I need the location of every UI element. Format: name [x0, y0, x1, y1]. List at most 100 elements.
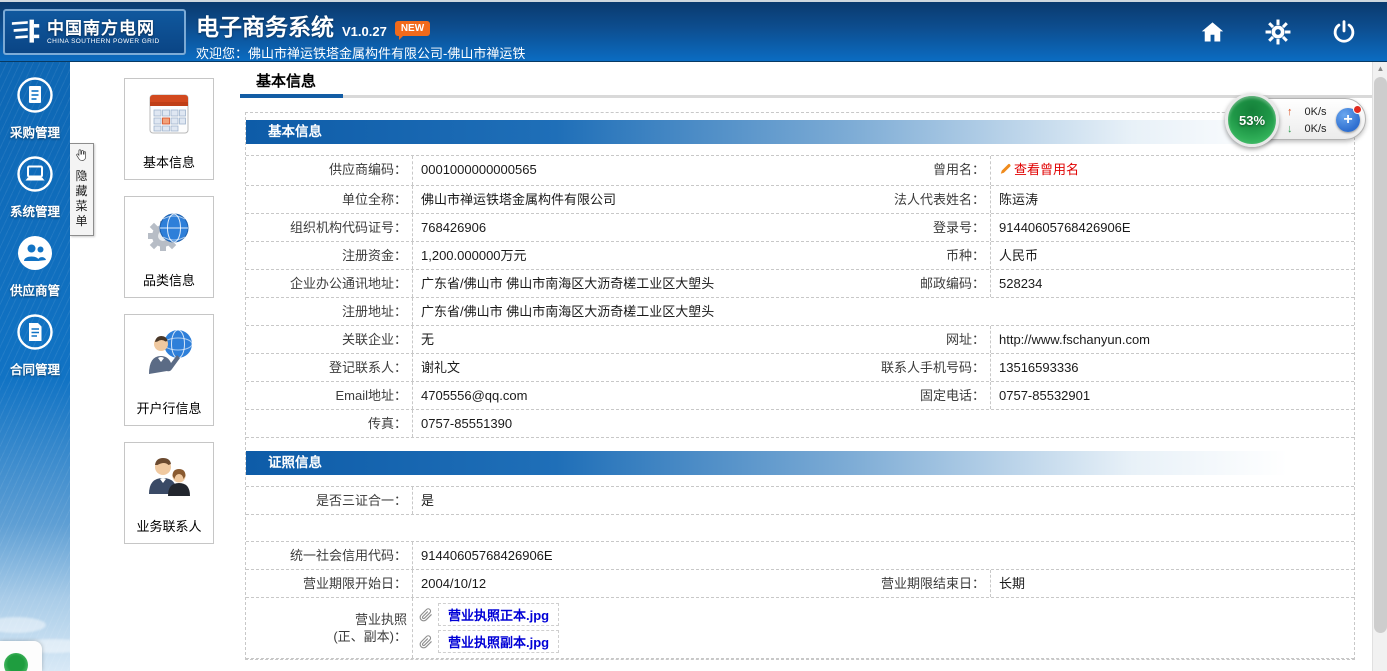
table-row: 关联企业：无 网址：http://www.fschanyun.com	[246, 326, 1354, 354]
table-row: 单位全称：佛山市禅运铁塔金属构件有限公司 法人代表姓名：陈运涛	[246, 186, 1354, 214]
upload-speed: 0K/s	[1299, 106, 1327, 118]
card-label: 开户行信息	[128, 398, 210, 417]
vertical-scrollbar[interactable]: ▲	[1372, 62, 1387, 671]
power-icon[interactable]	[1329, 17, 1359, 47]
page: 中国南方电网 CHINA SOUTHERN POWER GRID 电子商务系统 …	[0, 0, 1387, 671]
chat-widget[interactable]	[0, 641, 42, 671]
card-basic-info[interactable]: 基本信息	[124, 78, 214, 180]
home-icon[interactable]	[1197, 17, 1227, 47]
registered-contact-value: 谢礼文	[412, 354, 809, 381]
download-monitor-widget[interactable]: 53% ↑ 0K/s ↓ 0K/s +	[1234, 98, 1366, 140]
sidebar-item-label: 采购管理	[0, 122, 70, 141]
related-company-value: 无	[412, 326, 809, 353]
table-row: 传真：0757-85551390	[246, 410, 1354, 438]
tab-basic-info[interactable]: 基本信息	[256, 70, 316, 91]
basic-info-rows: 供应商编码：0001000000000565 曾用名： 查看曾用名 单位全称：佛…	[246, 155, 1354, 438]
green-status-icon	[4, 653, 28, 671]
card-label: 基本信息	[128, 152, 210, 171]
card-label: 业务联系人	[128, 516, 210, 535]
welcome-text: 欢迎您：佛山市禅运铁塔金属构件有限公司-佛山市禅运铁	[196, 43, 525, 62]
credit-code-value: 91440605768426906E	[412, 542, 1354, 569]
download-speed: 0K/s	[1299, 123, 1327, 135]
section-header-basic-info: 基本信息	[246, 120, 1354, 144]
notification-dot	[1353, 105, 1362, 114]
fax-value: 0757-85551390	[412, 410, 809, 437]
section-header-license-info: 证照信息	[246, 451, 1354, 475]
three-in-one-value: 是	[412, 487, 1354, 514]
paperclip-icon	[419, 608, 433, 622]
supplier-code-value: 0001000000000565	[412, 156, 809, 185]
license-info-rows: 是否三证合一： 是 统一社会信用代码： 91440605768426906E 营…	[246, 486, 1354, 659]
calendar-icon	[141, 86, 197, 142]
table-row: 登记联系人：谢礼文 联系人手机号码：13516593336	[246, 354, 1354, 382]
pencil-icon	[999, 163, 1012, 176]
person-globe-icon	[141, 322, 197, 388]
table-row: 是否三证合一： 是	[246, 487, 1354, 515]
scroll-up-arrow[interactable]: ▲	[1373, 64, 1387, 73]
registered-capital-value: 1,200.000000万元	[412, 242, 809, 269]
paperclip-icon	[419, 635, 433, 649]
basic-info-form: 基本信息 供应商编码：0001000000000565 曾用名： 查看曾用名	[245, 112, 1355, 660]
card-business-contacts[interactable]: 业务联系人	[124, 442, 214, 544]
table-row: 组织机构代码证号：768426906 登录号：91440605768426906…	[246, 214, 1354, 242]
settings-icon[interactable]	[1263, 17, 1293, 47]
system-monitor-icon	[16, 155, 54, 193]
supplier-people-icon	[16, 234, 54, 272]
hide-menu-label: 隐藏菜单	[75, 169, 88, 229]
tab-active-indicator	[240, 94, 343, 98]
currency-value: 人民币	[990, 242, 1354, 269]
view-former-name-link[interactable]: 查看曾用名	[999, 156, 1079, 183]
office-address-value: 广东省/佛山市 佛山市南海区大沥奇槎工业区大塱头	[412, 270, 809, 297]
license-copy-link[interactable]: 营业执照副本.jpg	[438, 630, 559, 653]
add-task-button[interactable]: +	[1336, 108, 1360, 132]
table-row: 营业期限开始日：2004/10/12 营业期限结束日：长期	[246, 570, 1354, 598]
gauge-percent: 53%	[1239, 113, 1265, 128]
company-logo: 中国南方电网 CHINA SOUTHERN POWER GRID	[3, 9, 186, 55]
upload-arrow-icon: ↑	[1287, 106, 1293, 118]
sidebar-item-system[interactable]: 系统管理	[0, 155, 70, 220]
license-original-link[interactable]: 营业执照正本.jpg	[438, 603, 559, 626]
logo-text-en: CHINA SOUTHERN POWER GRID	[47, 38, 160, 45]
sidebar-item-label: 系统管理	[0, 201, 70, 220]
sidebar-item-label: 供应商管	[0, 280, 70, 299]
hand-icon	[75, 148, 88, 162]
procurement-doc-icon	[16, 76, 54, 114]
app-title: 电子商务系统	[196, 8, 334, 42]
card-bank-info[interactable]: 开户行信息	[124, 314, 214, 426]
registered-address-value: 广东省/佛山市 佛山市南海区大沥奇槎工业区大塱头	[412, 298, 809, 325]
empty-row	[246, 515, 1354, 542]
business-license-row: 营业执照 (正、副本)： 营业执照正本.jpg 营业执照副本.jpg	[246, 598, 1354, 659]
business-end-date-value: 长期	[990, 570, 1354, 597]
postal-code-value: 528234	[990, 270, 1354, 297]
app-header: 中国南方电网 CHINA SOUTHERN POWER GRID 电子商务系统 …	[0, 0, 1387, 62]
csg-logo-icon	[11, 17, 41, 47]
org-code-value: 768426906	[412, 214, 809, 241]
card-label: 品类信息	[128, 270, 210, 289]
login-id-value: 91440605768426906E	[990, 214, 1354, 241]
globe-gear-icon	[141, 204, 197, 260]
sidebar-item-procurement[interactable]: 采购管理	[0, 76, 70, 141]
table-row: 企业办公通讯地址：广东省/佛山市 佛山市南海区大沥奇槎工业区大塱头 邮政编码：5…	[246, 270, 1354, 298]
scrollbar-thumb[interactable]	[1374, 77, 1387, 633]
module-card-list: 基本信息 品类信息	[124, 78, 214, 560]
telephone-value: 0757-85532901	[990, 382, 1354, 409]
sidebar-item-supplier[interactable]: 供应商管	[0, 234, 70, 299]
business-start-date-value: 2004/10/12	[412, 570, 809, 597]
people-icon	[141, 450, 197, 506]
sidebar-item-contract[interactable]: 合同管理	[0, 313, 70, 378]
main-panel: 基本信息 53% ↑ 0K/s ↓ 0K/s +	[240, 62, 1372, 671]
download-arrow-icon: ↓	[1287, 123, 1293, 135]
sidebar-item-label: 合同管理	[0, 359, 70, 378]
table-row: 注册地址：广东省/佛山市 佛山市南海区大沥奇槎工业区大塱头	[246, 298, 1354, 326]
card-category-info[interactable]: 品类信息	[124, 196, 214, 298]
new-badge: NEW	[395, 21, 430, 36]
app-version: V1.0.27	[342, 24, 387, 42]
progress-gauge[interactable]: 53%	[1225, 93, 1279, 147]
mobile-value: 13516593336	[990, 354, 1354, 381]
logo-text-cn: 中国南方电网	[47, 19, 160, 38]
hide-menu-tab[interactable]: 隐藏菜单	[70, 143, 94, 236]
table-row: Email地址：4705556@qq.com 固定电话：0757-8553290…	[246, 382, 1354, 410]
email-value: 4705556@qq.com	[412, 382, 809, 409]
contract-doc-icon	[16, 313, 54, 351]
table-row: 注册资金：1,200.000000万元 币种：人民币	[246, 242, 1354, 270]
